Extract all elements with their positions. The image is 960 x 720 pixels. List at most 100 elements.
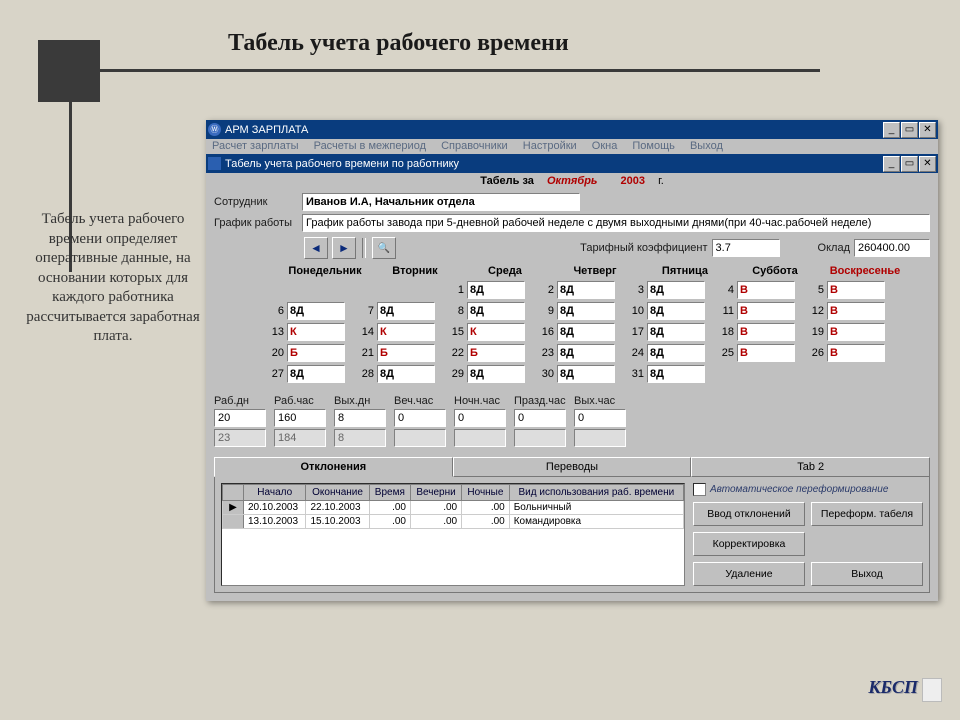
doc-title: Табель учета рабочего времени по работни… bbox=[225, 158, 459, 170]
day-number: 8 bbox=[446, 305, 464, 317]
enter-deviations-button[interactable]: Ввод отклонений bbox=[693, 502, 805, 526]
day-code-input[interactable]: 8Д bbox=[647, 281, 705, 299]
table-row[interactable]: ▶20.10.200322.10.2003.00.00.00Больничный bbox=[223, 501, 684, 515]
total-input[interactable]: 0 bbox=[514, 409, 566, 427]
prev-button[interactable]: ◄ bbox=[304, 237, 328, 259]
total-input[interactable]: 0 bbox=[394, 409, 446, 427]
total-input[interactable]: 0 bbox=[574, 409, 626, 427]
day-code-input[interactable]: 8Д bbox=[557, 323, 615, 341]
day-code-input[interactable]: В bbox=[737, 281, 795, 299]
day-number: 7 bbox=[356, 305, 374, 317]
menu-item[interactable]: Настройки bbox=[523, 140, 577, 152]
day-code-input[interactable]: 8Д bbox=[557, 344, 615, 362]
day-number: 25 bbox=[716, 347, 734, 359]
day-number: 27 bbox=[266, 368, 284, 380]
auto-reform-checkbox[interactable]: Автоматическое переформирование bbox=[693, 483, 923, 496]
day-code-input[interactable]: В bbox=[737, 302, 795, 320]
dow-thu: Четверг bbox=[550, 265, 640, 277]
tab-deviations[interactable]: Отклонения bbox=[214, 457, 453, 477]
day-code-input[interactable]: 8Д bbox=[467, 281, 525, 299]
table-header: Вечерни bbox=[411, 485, 462, 501]
menu-item[interactable]: Справочники bbox=[441, 140, 508, 152]
maximize-button[interactable]: ▭ bbox=[901, 122, 918, 138]
day-code-input[interactable]: 8Д bbox=[647, 344, 705, 362]
day-code-input[interactable]: 8Д bbox=[467, 302, 525, 320]
checkbox-box[interactable] bbox=[693, 483, 706, 496]
day-code-input[interactable]: В bbox=[827, 281, 885, 299]
doc-titlebar: Табель учета рабочего времени по работни… bbox=[206, 154, 938, 173]
day-code-input[interactable]: 8Д bbox=[647, 323, 705, 341]
day-code-input[interactable]: 8Д bbox=[647, 365, 705, 383]
day-code-input[interactable]: 8Д bbox=[557, 365, 615, 383]
day-code-input[interactable]: Б bbox=[287, 344, 345, 362]
day-number: 18 bbox=[716, 326, 734, 338]
day-code-input[interactable]: 8Д bbox=[557, 302, 615, 320]
menu-item[interactable]: Окна bbox=[592, 140, 618, 152]
reform-timesheet-button[interactable]: Переформ. табеля bbox=[811, 502, 923, 526]
total-input[interactable]: 8 bbox=[334, 409, 386, 427]
day-code-input[interactable]: 8Д bbox=[287, 365, 345, 383]
doc-min-button[interactable]: _ bbox=[883, 156, 900, 172]
period-month: Октябрь bbox=[547, 175, 597, 187]
zoom-button[interactable]: 🔍 bbox=[372, 237, 396, 259]
total-input-disabled bbox=[454, 429, 506, 447]
exit-button[interactable]: Выход bbox=[811, 562, 923, 586]
total-label: Раб.час bbox=[274, 395, 326, 407]
doc-close-button[interactable]: ✕ bbox=[919, 156, 936, 172]
next-button[interactable]: ► bbox=[332, 237, 356, 259]
day-code-input[interactable]: Б bbox=[467, 344, 525, 362]
day-code-input[interactable]: В bbox=[827, 302, 885, 320]
footer-logo: КБСП bbox=[868, 677, 918, 698]
doc-max-button[interactable]: ▭ bbox=[901, 156, 918, 172]
day-code-input[interactable]: К bbox=[287, 323, 345, 341]
day-code-input[interactable]: 8Д bbox=[647, 302, 705, 320]
day-code-input[interactable]: 8Д bbox=[557, 281, 615, 299]
day-code-input[interactable]: 8Д bbox=[377, 302, 435, 320]
total-label: Вых.дн bbox=[334, 395, 386, 407]
total-input[interactable]: 0 bbox=[454, 409, 506, 427]
tab-transfers[interactable]: Переводы bbox=[453, 457, 692, 477]
total-input-disabled bbox=[574, 429, 626, 447]
day-code-input[interactable]: 8Д bbox=[467, 365, 525, 383]
period-suffix: г. bbox=[658, 175, 664, 187]
oklad-field[interactable]: 260400.00 bbox=[854, 239, 930, 257]
total-input[interactable]: 20 bbox=[214, 409, 266, 427]
day-code-input[interactable]: В bbox=[827, 323, 885, 341]
dow-sun: Воскресенье bbox=[820, 265, 910, 277]
separator bbox=[362, 238, 366, 258]
app-icon: Ⓦ bbox=[208, 123, 221, 136]
doc-icon bbox=[208, 157, 221, 170]
correction-button[interactable]: Корректировка bbox=[693, 532, 805, 556]
schedule-field[interactable]: График работы завода при 5-дневной рабоч… bbox=[302, 214, 930, 232]
tab-tab2[interactable]: Tab 2 bbox=[691, 457, 930, 477]
total-label: Веч.час bbox=[394, 395, 446, 407]
close-button[interactable]: ✕ bbox=[919, 122, 936, 138]
day-code-input[interactable]: К bbox=[377, 323, 435, 341]
day-code-input[interactable]: В bbox=[737, 323, 795, 341]
dow-mon: Понедельник bbox=[280, 265, 370, 277]
menu-item[interactable]: Расчеты в межпериод bbox=[314, 140, 426, 152]
page-corner-icon bbox=[922, 678, 942, 702]
menu-item[interactable]: Выход bbox=[690, 140, 723, 152]
day-number: 5 bbox=[806, 284, 824, 296]
day-code-input[interactable]: 8Д bbox=[377, 365, 435, 383]
deco-line-h bbox=[100, 69, 820, 72]
delete-button[interactable]: Удаление bbox=[693, 562, 805, 586]
table-row[interactable]: 13.10.200315.10.2003.00.00.00Командировк… bbox=[223, 515, 684, 529]
day-code-input[interactable]: К bbox=[467, 323, 525, 341]
totals-row: Раб.дн2023Раб.час160184Вых.дн88Веч.час0Н… bbox=[214, 395, 930, 447]
day-code-input[interactable]: 8Д bbox=[287, 302, 345, 320]
coef-field[interactable]: 3.7 bbox=[712, 239, 780, 257]
day-code-input[interactable]: В bbox=[827, 344, 885, 362]
total-input[interactable]: 160 bbox=[274, 409, 326, 427]
day-number: 1 bbox=[446, 284, 464, 296]
menu-item[interactable]: Помощь bbox=[632, 140, 675, 152]
menu-item[interactable]: Расчет зарплаты bbox=[212, 140, 299, 152]
minimize-button[interactable]: _ bbox=[883, 122, 900, 138]
day-code-input[interactable]: Б bbox=[377, 344, 435, 362]
total-label: Вых.час bbox=[574, 395, 626, 407]
day-code-input[interactable]: В bbox=[737, 344, 795, 362]
table-header: Ночные bbox=[462, 485, 510, 501]
employee-field[interactable]: Иванов И.А, Начальник отдела bbox=[302, 193, 580, 211]
tabstrip: Отклонения Переводы Tab 2 bbox=[214, 457, 930, 477]
